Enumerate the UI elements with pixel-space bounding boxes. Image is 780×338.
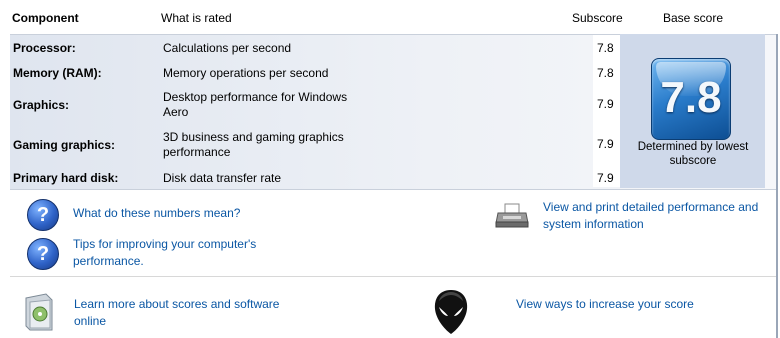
header-base-score: Base score (663, 11, 724, 25)
row-label-memory: Memory (RAM): (13, 66, 102, 80)
row-desc-memory: Memory operations per second (163, 66, 329, 80)
header-what-is-rated: What is rated (161, 11, 232, 25)
header-subscore: Subscore (572, 11, 623, 25)
subscore-column (593, 35, 620, 187)
divider (10, 276, 776, 277)
row-label-hard-disk: Primary hard disk: (13, 171, 119, 185)
row-label-processor: Processor: (13, 41, 76, 55)
row-score-graphics: 7.9 (597, 97, 614, 111)
learn-more-link[interactable]: Learn more about scores and software onl… (74, 296, 294, 330)
alien-head-icon (433, 289, 469, 335)
printer-icon[interactable] (495, 203, 529, 229)
row-score-hard-disk: 7.9 (597, 171, 614, 185)
help-icon[interactable]: ? (27, 199, 59, 231)
row-score-processor: 7.8 (597, 41, 614, 55)
row-desc-graphics: Desktop performance for Windows Aero (163, 90, 348, 119)
view-print-link[interactable]: View and print detailed performance and … (543, 199, 768, 233)
tips-link[interactable]: Tips for improving your computer's perfo… (73, 236, 293, 270)
what-numbers-link[interactable]: What do these numbers mean? (73, 205, 240, 222)
row-label-graphics: Graphics: (13, 98, 70, 112)
row-label-gaming-graphics: Gaming graphics: (13, 138, 116, 152)
row-desc-processor: Calculations per second (163, 41, 292, 55)
base-score-caption: Determined by lowest subscore (637, 141, 749, 167)
row-score-gaming-graphics: 7.9 (597, 137, 614, 151)
window-edge (776, 34, 778, 338)
software-box-icon[interactable] (22, 292, 54, 332)
row-desc-gaming-graphics: 3D business and gaming graphics performa… (163, 130, 344, 159)
view-ways-link[interactable]: View ways to increase your score (516, 296, 694, 313)
base-score-value: 7.8 (660, 73, 722, 122)
row-score-memory: 7.8 (597, 66, 614, 80)
row-desc-hard-disk: Disk data transfer rate (163, 171, 282, 185)
header-component: Component (12, 11, 79, 25)
help-icon[interactable]: ? (27, 238, 59, 270)
base-score-badge: 7.8 (651, 58, 731, 140)
